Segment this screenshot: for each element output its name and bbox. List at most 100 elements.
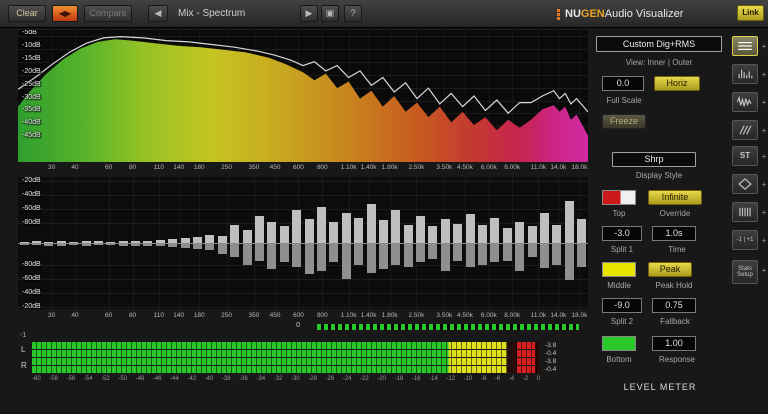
clear-button[interactable]: Clear xyxy=(8,5,46,22)
level-meter-title: LEVEL METER xyxy=(623,382,697,392)
view-inner-outer-toggle[interactable]: View: Inner | Outer xyxy=(592,58,726,67)
compare-button[interactable]: Compare xyxy=(84,5,132,22)
meter-scale-label: -2 xyxy=(522,376,529,382)
db-tick-label: -80dB xyxy=(22,219,41,226)
compare-swap-icon[interactable]: ◀▶ xyxy=(52,5,78,22)
meter-scale-label: -12 xyxy=(446,376,456,382)
link-button[interactable]: Link xyxy=(737,5,764,21)
db-tick-label: -20dB xyxy=(22,67,41,75)
visualizer-window: Clear ◀▶ Compare ◀ Mix - Spectrum ▶ ▣ ? … xyxy=(0,0,768,414)
stereo-view-add-button[interactable]: + xyxy=(760,146,768,166)
meter-scale-label: -32 xyxy=(273,376,283,382)
vectorscope-view-button[interactable] xyxy=(732,174,758,194)
spectrum-view-add-button[interactable]: + xyxy=(760,36,768,56)
freq-tick-label: 60 xyxy=(105,164,113,171)
histogram-db-labels: -20dB -40dB -60dB -80dB -80dB -60dB -40dB -20dB xyxy=(18,177,588,309)
vectorscope-view-add-button[interactable]: + xyxy=(760,174,768,194)
freq-tick-label: 800 xyxy=(316,312,328,319)
snapshot-icon[interactable]: ▣ xyxy=(321,5,339,22)
freq-tick-label: 1.40k xyxy=(360,164,377,171)
freq-tick-label: 1.80k xyxy=(381,164,398,171)
stats-setup-button[interactable]: Stats Setup xyxy=(732,260,758,284)
freq-tick-label: 140 xyxy=(173,312,185,319)
freq-tick-label: 350 xyxy=(248,312,260,319)
full-scale-value[interactable]: 0.0 xyxy=(602,76,644,91)
histogram-view-button[interactable] xyxy=(732,64,758,84)
meter-scale-label: -26 xyxy=(325,376,335,382)
time-value[interactable]: 1.0s xyxy=(652,226,696,241)
bars-view-button[interactable] xyxy=(732,202,758,222)
stats-setup-add-button[interactable]: + xyxy=(760,260,768,280)
bottom-color-swatch[interactable] xyxy=(602,336,636,351)
peak-button[interactable]: Peak xyxy=(648,262,692,277)
histogram-display: -20dB -40dB -60dB -80dB -80dB -60dB -40dB -20dB xyxy=(18,177,588,309)
meter-scale-label: -60 xyxy=(32,376,41,382)
fallback-value[interactable]: 0.75 xyxy=(652,298,696,313)
meter-value-label: -3.8 xyxy=(545,358,557,365)
db-tick-label: -40dB xyxy=(22,119,41,127)
middle-color-swatch[interactable] xyxy=(602,262,636,277)
bars-view-add-button[interactable]: + xyxy=(760,202,768,222)
top-color-swatch[interactable] xyxy=(602,190,636,205)
preset-label[interactable]: Mix - Spectrum xyxy=(178,8,245,19)
freq-tick-label: 800 xyxy=(316,164,328,171)
db-tick-label: -30dB xyxy=(22,93,41,101)
freq-tick-label: 1.40k xyxy=(360,312,377,319)
freq-tick-label: 250 xyxy=(221,164,233,171)
help-button[interactable]: ? xyxy=(344,5,362,22)
full-scale-label: Full Scale xyxy=(606,96,642,105)
split1-label: Split 1 xyxy=(610,245,634,254)
meter-scale: -60 -58 -56 -54 -52 -50 -48 -46 -44 -42 -40 -38 -36-… xyxy=(32,376,540,382)
meter-scale-label: -42 xyxy=(187,376,197,382)
spectrum-view-button[interactable] xyxy=(732,36,758,56)
waveform-view-add-button[interactable]: + xyxy=(760,92,768,112)
histogram-view-add-button[interactable]: + xyxy=(760,64,768,84)
freq-tick-label: 18.0k xyxy=(571,312,588,319)
meter-scale-label: -16 xyxy=(411,376,421,382)
stereo-view-button[interactable]: ST xyxy=(732,146,758,166)
meter-value-label: -3.8 xyxy=(545,342,557,349)
top-label: Top xyxy=(612,209,626,218)
meter-value-label: -0.4 xyxy=(545,366,557,373)
meter-scale-label: -18 xyxy=(394,376,404,382)
split1-value[interactable]: -3.0 xyxy=(602,226,642,241)
correlation-meter: 0 xyxy=(18,322,588,332)
meter-scale-label: -56 xyxy=(66,376,76,382)
waveform-view-button[interactable] xyxy=(732,92,758,112)
brand-suffix: Audio Visualizer xyxy=(604,8,684,20)
prev-preset-icon[interactable]: ◀ xyxy=(148,5,168,22)
freq-tick-label: 11.0k xyxy=(530,312,547,319)
display-style-select[interactable]: Shrp xyxy=(612,152,696,167)
response-value[interactable]: 1.00 xyxy=(652,336,696,351)
peak-hold-label: Peak Hold xyxy=(655,281,693,290)
meter-scale-label: -50 xyxy=(118,376,127,382)
meter-mode-select[interactable]: Custom Dig+RMS xyxy=(596,36,722,52)
db-tick-label: -10dB xyxy=(22,41,41,49)
freq-tick-label: 1.10k xyxy=(340,312,357,319)
freq-tick-label: 4.50k xyxy=(456,164,473,171)
split2-value[interactable]: -9.0 xyxy=(602,298,642,313)
meter-scale-label: -58 xyxy=(49,376,58,382)
freeze-button[interactable]: Freeze xyxy=(602,114,646,129)
spectrogram-view-button[interactable] xyxy=(732,120,758,140)
freq-tick-label: 350 xyxy=(248,164,260,171)
db-tick-label: -20dB xyxy=(22,177,41,184)
freq-tick-label: 2.50k xyxy=(408,312,425,319)
spectrum-db-labels: -5dB -10dB -15dB -20dB -25dB -30dB -35dB -40dB -… xyxy=(18,30,588,162)
freq-tick-label: 40 xyxy=(71,312,79,319)
play-icon[interactable]: ▶ xyxy=(300,5,318,22)
correlation-strip xyxy=(317,324,580,330)
db-tick-label: -5dB xyxy=(22,30,37,36)
toolbar: Clear ◀▶ Compare ◀ Mix - Spectrum ▶ ▣ ? … xyxy=(0,0,768,28)
spectrogram-view-add-button[interactable]: + xyxy=(760,120,768,140)
horiz-button[interactable]: Horiz xyxy=(654,76,700,91)
freq-tick-label: 110 xyxy=(153,164,164,171)
override-infinite-button[interactable]: Infinite xyxy=(648,190,702,205)
freq-tick-label: 180 xyxy=(193,312,205,319)
freq-tick-label: 80 xyxy=(128,164,137,171)
spectrum-view-icon xyxy=(738,42,752,50)
meter-scale-label: -52 xyxy=(101,376,110,382)
db-tick-label: -35dB xyxy=(22,106,41,114)
offset-range-add-button[interactable]: + xyxy=(760,230,768,250)
offset-range-button[interactable]: -1 | +1 xyxy=(732,230,758,250)
